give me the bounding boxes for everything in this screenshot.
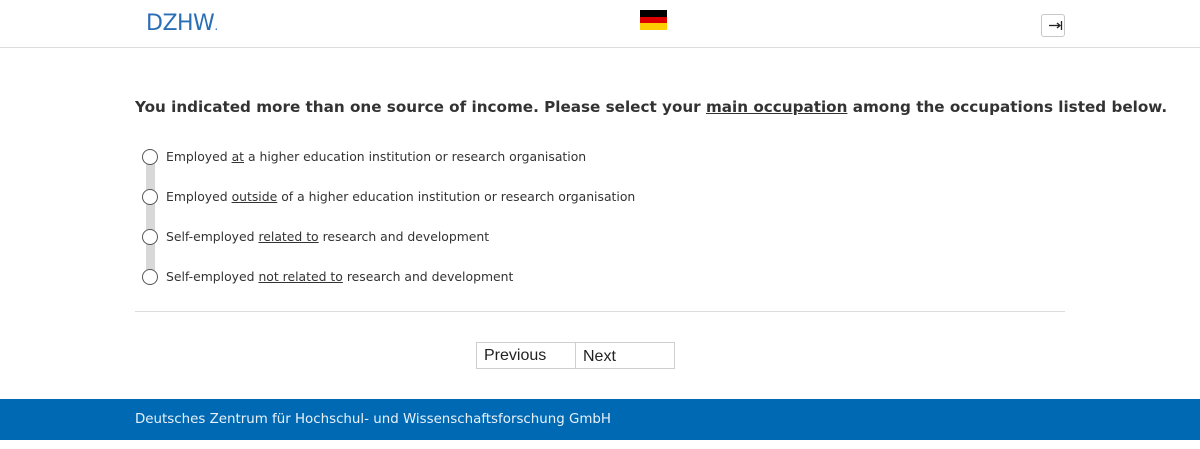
previous-button[interactable]: Previous bbox=[476, 342, 576, 369]
options-track bbox=[146, 160, 155, 272]
radio-button[interactable] bbox=[142, 189, 158, 205]
question-emphasis: main occupation bbox=[705, 98, 848, 116]
option-label-pre: Self-employed bbox=[166, 229, 259, 244]
page-header: DZHW. bbox=[0, 0, 1200, 48]
option-label-pre: Self-employed bbox=[166, 269, 259, 284]
option-label-pre: Employed bbox=[166, 149, 232, 164]
logo-dot: . bbox=[214, 19, 218, 33]
option-label: Employed at a higher education instituti… bbox=[166, 148, 586, 166]
option-label: Employed outside of a higher education i… bbox=[166, 188, 635, 206]
flag-stripe-gold bbox=[640, 23, 667, 30]
navigation-buttons: Previous Next bbox=[476, 342, 675, 369]
option-label-underlined: at bbox=[231, 149, 245, 164]
option-label-post: research and development bbox=[342, 269, 514, 284]
question-part1: You indicated more than one source of in… bbox=[135, 98, 706, 116]
occupation-options: Employed at a higher education instituti… bbox=[142, 140, 842, 290]
dzhw-logo[interactable]: DZHW. bbox=[146, 11, 218, 39]
flag-stripe-black bbox=[640, 10, 667, 17]
germany-flag-icon[interactable] bbox=[640, 10, 667, 30]
radio-button[interactable] bbox=[142, 149, 158, 165]
option-label-post: of a higher education institution or res… bbox=[277, 189, 636, 204]
radio-button[interactable] bbox=[142, 269, 158, 285]
option-label: Self-employed related to research and de… bbox=[166, 228, 489, 246]
radio-button[interactable] bbox=[142, 229, 158, 245]
logo-text: DZHW bbox=[146, 11, 215, 36]
option-label: Self-employed not related to research an… bbox=[166, 268, 513, 286]
question-text: You indicated more than one source of in… bbox=[135, 96, 1167, 118]
footer-organisation-name: Deutsches Zentrum für Hochschul- und Wis… bbox=[135, 412, 611, 427]
question-part2: among the occupations listed below. bbox=[847, 98, 1168, 116]
option-label-pre: Employed bbox=[166, 189, 232, 204]
survey-page: DZHW. You indicated more than one source… bbox=[0, 0, 1200, 449]
next-button[interactable]: Next bbox=[575, 342, 675, 369]
option-label-underlined: not related to bbox=[258, 269, 343, 284]
option-label-post: a higher education institution or resear… bbox=[244, 149, 587, 164]
option-label-post: research and development bbox=[318, 229, 490, 244]
flag-stripe-red bbox=[640, 16, 667, 24]
logout-button[interactable] bbox=[1041, 14, 1065, 37]
logout-icon bbox=[1049, 21, 1063, 30]
content-divider bbox=[135, 311, 1065, 312]
page-footer: Deutsches Zentrum für Hochschul- und Wis… bbox=[0, 399, 1200, 440]
option-label-underlined: outside bbox=[231, 189, 278, 204]
option-label-underlined: related to bbox=[258, 229, 319, 244]
